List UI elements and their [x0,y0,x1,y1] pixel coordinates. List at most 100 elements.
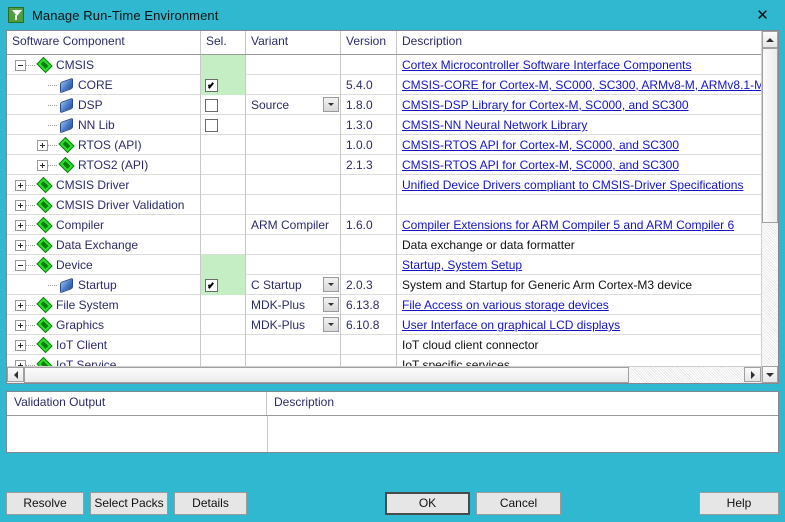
select-checkbox[interactable] [205,118,218,132]
close-icon[interactable]: ✕ [740,0,785,30]
component-cell[interactable]: Data Exchange [7,235,201,255]
column-header-version[interactable]: Version [341,31,397,54]
description-cell[interactable] [397,195,761,215]
component-cell[interactable]: CMSIS Driver [7,175,201,195]
component-cell[interactable]: CMSIS [7,55,201,75]
help-button[interactable]: Help [699,491,779,515]
variant-cell[interactable] [246,75,341,95]
variant-cell[interactable] [246,155,341,175]
table-row[interactable]: Compiler ARM Compiler 1.6.0 Compiler Extens… [7,215,761,235]
table-row[interactable]: NN Lib 1.3.0 CMSIS-NN Neural Network Libra… [7,115,761,135]
select-cell[interactable] [201,215,246,235]
horizontal-scrollbar[interactable] [7,366,761,383]
expand-icon[interactable] [37,139,48,151]
component-cell[interactable]: IoT Service [7,355,201,366]
component-cell[interactable]: RTOS (API) [7,135,201,155]
table-row[interactable]: RTOS2 (API) 2.1.3 CMSIS-RTOS API for Corte… [7,155,761,175]
description-cell[interactable]: Unified Device Drivers compliant to CMSI… [397,175,761,195]
variant-cell[interactable] [246,115,341,135]
chevron-down-icon[interactable] [323,97,339,112]
chevron-down-icon[interactable] [323,317,339,332]
table-row[interactable]: DSP Source 1.8.0 CMSIS-DSP Library for Cort… [7,95,761,115]
select-cell[interactable] [201,335,246,355]
description-link[interactable]: Compiler Extensions for ARM Compiler 5 a… [402,218,734,232]
description-cell[interactable]: CMSIS-RTOS API for Cortex-M, SC000, and … [397,135,761,155]
description-link[interactable]: CMSIS-CORE for Cortex-M, SC000, SC300, A… [402,78,761,92]
description-link[interactable]: Cortex Microcontroller Software Interfac… [402,58,691,72]
chevron-down-icon[interactable] [323,297,339,312]
scroll-left-icon[interactable] [7,367,24,382]
select-cell[interactable] [201,275,246,295]
variant-cell[interactable]: Source [246,95,341,115]
description-link[interactable]: File Access on various storage devices [402,298,609,312]
variant-cell[interactable] [246,55,341,75]
table-row[interactable]: Graphics MDK-Plus 6.10.8 User Interface on … [7,315,761,335]
description-cell[interactable]: Data exchange or data formatter [397,235,761,255]
table-row[interactable]: CMSIS Cortex Microcontroller Software Int… [7,55,761,75]
expand-icon[interactable] [15,199,26,211]
title-bar[interactable]: Manage Run-Time Environment ✕ [0,0,785,30]
select-cell[interactable] [201,315,246,335]
description-cell[interactable]: CMSIS-CORE for Cortex-M, SC000, SC300, A… [397,75,761,95]
description-cell[interactable]: IoT cloud client connector [397,335,761,355]
component-cell[interactable]: DSP [7,95,201,115]
expand-icon[interactable] [15,299,26,311]
validation-output-list[interactable] [7,416,268,452]
description-link[interactable]: Unified Device Drivers compliant to CMSI… [402,178,743,192]
component-cell[interactable]: NN Lib [7,115,201,135]
scroll-down-icon[interactable] [762,366,778,383]
variant-cell[interactable] [246,195,341,215]
table-row[interactable]: Startup C Startup 2.0.3 System and Startup … [7,275,761,295]
component-cell[interactable]: Startup [7,275,201,295]
select-cell[interactable] [201,115,246,135]
expand-icon[interactable] [37,159,48,171]
chevron-down-icon[interactable] [323,277,339,292]
select-checkbox[interactable] [205,98,218,112]
select-checkbox[interactable] [205,78,218,92]
select-cell[interactable] [201,255,246,275]
scroll-up-icon[interactable] [762,31,778,48]
select-cell[interactable] [201,55,246,75]
table-row[interactable]: Device Startup, System Setup [7,255,761,275]
variant-cell[interactable]: MDK-Plus [246,295,341,315]
horizontal-scroll-track[interactable] [24,367,744,383]
table-row[interactable]: CMSIS Driver Validation [7,195,761,215]
cancel-button[interactable]: Cancel [476,491,561,515]
component-cell[interactable]: Device [7,255,201,275]
expand-icon[interactable] [15,179,26,191]
resolve-button[interactable]: Resolve [6,491,84,515]
description-cell[interactable]: CMSIS-RTOS API for Cortex-M, SC000, and … [397,155,761,175]
variant-cell[interactable] [246,235,341,255]
component-cell[interactable]: CMSIS Driver Validation [7,195,201,215]
description-link[interactable]: CMSIS-NN Neural Network Library [402,118,587,132]
select-cell[interactable] [201,295,246,315]
variant-cell[interactable] [246,175,341,195]
ok-button[interactable]: OK [385,491,470,515]
select-cell[interactable] [201,195,246,215]
vertical-scrollbar[interactable] [761,31,778,383]
variant-cell[interactable]: MDK-Plus [246,315,341,335]
table-row[interactable]: RTOS (API) 1.0.0 CMSIS-RTOS API for Cortex… [7,135,761,155]
component-cell[interactable]: CORE [7,75,201,95]
description-cell[interactable]: CMSIS-DSP Library for Cortex-M, SC000, a… [397,95,761,115]
select-cell[interactable] [201,155,246,175]
collapse-icon[interactable] [15,259,26,271]
component-cell[interactable]: RTOS2 (API) [7,155,201,175]
select-checkbox[interactable] [205,278,218,292]
description-cell[interactable]: User Interface on graphical LCD displays [397,315,761,335]
expand-icon[interactable] [15,219,26,231]
table-row[interactable]: CORE 5.4.0 CMSIS-CORE for Cortex-M, SC000,… [7,75,761,95]
scroll-right-icon[interactable] [744,367,761,382]
description-link[interactable]: CMSIS-RTOS API for Cortex-M, SC000, and … [402,158,679,172]
table-row[interactable]: IoT Service IoT specific services [7,355,761,366]
variant-cell[interactable] [246,355,341,366]
collapse-icon[interactable] [15,59,26,71]
description-cell[interactable]: IoT specific services [397,355,761,366]
table-row[interactable]: File System MDK-Plus 6.13.8 File Access on … [7,295,761,315]
column-header-validation-output[interactable]: Validation Output [7,392,267,415]
select-cell[interactable] [201,135,246,155]
description-link[interactable]: CMSIS-DSP Library for Cortex-M, SC000, a… [402,98,689,112]
horizontal-scroll-thumb[interactable] [24,367,629,383]
column-header-validation-description[interactable]: Description [267,392,778,415]
component-cell[interactable]: Graphics [7,315,201,335]
